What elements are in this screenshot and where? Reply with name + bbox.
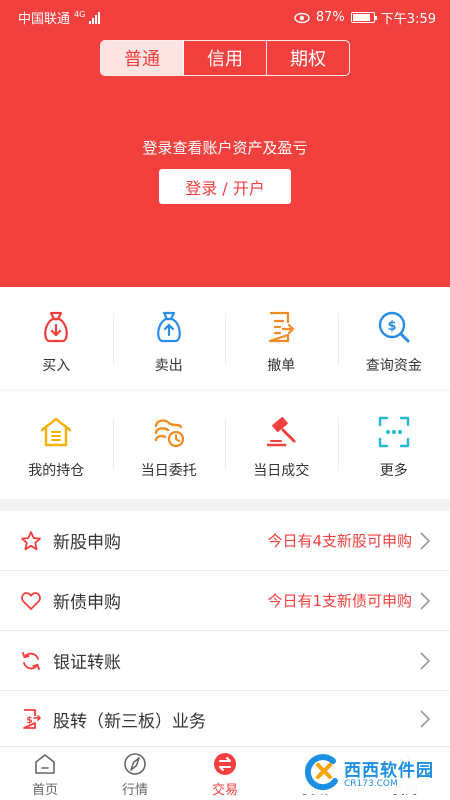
nav-market[interactable]: 行情	[90, 747, 180, 800]
clock: 下午3:59	[380, 12, 436, 27]
function-sell[interactable]: 卖出	[112, 287, 226, 390]
query-funds-icon: $	[378, 311, 410, 343]
cancel-order-icon	[269, 311, 295, 343]
more-icon	[378, 416, 409, 448]
holdings-icon	[41, 417, 72, 447]
nav-label: 交易	[211, 783, 238, 798]
header-banner: 中国联通 4G 87% 下午3:59 普通 信用 期权 登录查看账户资产及盈亏 …	[0, 0, 450, 287]
deal-icon	[266, 416, 296, 447]
function-deal[interactable]: 当日成交	[225, 392, 338, 496]
login-button[interactable]: 登录 / 开户	[159, 169, 291, 204]
chevron-right-icon	[420, 531, 430, 550]
function-label: 更多	[379, 463, 408, 479]
tab-options[interactable]: 期权	[267, 41, 349, 75]
list-item-title: 新股申购	[53, 533, 121, 553]
list-item-new-stock[interactable]: 新股申购 今日有4支新股可申购	[0, 511, 450, 571]
nav-label: 首页	[31, 783, 58, 798]
function-entrust[interactable]: 当日委托	[112, 392, 226, 496]
transfer-icon	[22, 651, 40, 670]
chevron-right-icon	[420, 591, 430, 610]
carrier-name: 中国联通	[18, 12, 71, 27]
star-icon	[21, 530, 41, 550]
list-item-badge: 今日有1支新债可申购	[267, 592, 412, 610]
tab-credit[interactable]: 信用	[184, 41, 267, 75]
sell-icon	[156, 311, 181, 343]
trade-icon	[214, 753, 236, 775]
function-label: 查询资金	[365, 358, 422, 374]
watermark-subtext: CR173.COM	[344, 778, 398, 789]
chevron-right-icon	[420, 710, 430, 728]
tab-normal[interactable]: 普通	[101, 41, 184, 75]
list-item-bank-transfer[interactable]: 银证转账	[0, 631, 450, 691]
buy-icon	[44, 311, 69, 343]
function-label: 买入	[42, 358, 71, 374]
nav-home[interactable]: 首页	[0, 747, 90, 800]
status-bar: 中国联通 4G 87% 下午3:59	[0, 0, 450, 32]
function-label: 当日委托	[140, 463, 197, 479]
chevron-right-icon	[420, 651, 430, 670]
list-item-title: 新债申购	[53, 593, 121, 613]
function-label: 卖出	[154, 358, 183, 374]
signal-icon	[89, 11, 101, 24]
function-buy[interactable]: 买入	[0, 287, 113, 390]
svg-text:$: $	[387, 319, 396, 334]
function-query-funds[interactable]: $ 查询资金	[337, 287, 450, 390]
function-label: 我的持仓	[28, 463, 85, 479]
function-cancel-order[interactable]: 撤单	[225, 287, 338, 390]
function-more[interactable]: 更多	[337, 392, 450, 496]
market-icon	[124, 753, 146, 775]
nav-trade[interactable]: 交易	[180, 747, 270, 800]
list-item-new-bond[interactable]: 新债申购 今日有1支新债可申购	[0, 571, 450, 631]
heart-icon	[21, 591, 41, 610]
neeq-icon: $	[23, 709, 41, 729]
service-list: 新股申购 今日有4支新股可申购 新债申购 今日有1支新债可申购 银证转账 $ 股…	[0, 511, 450, 747]
login-hint: 登录查看账户资产及盈亏	[142, 139, 308, 157]
watermark-text: 西西软件园	[344, 760, 434, 781]
function-label: 当日成交	[253, 463, 310, 479]
function-holdings[interactable]: 我的持仓	[0, 392, 113, 496]
eye-comfort-icon	[294, 12, 310, 23]
watermark: 西西软件园 CR173.COM	[300, 750, 440, 794]
battery-percent: 87%	[315, 10, 345, 25]
entrust-icon	[154, 419, 184, 448]
list-item-title: 股转（新三板）业务	[53, 711, 206, 732]
list-item-title: 银证转账	[53, 653, 121, 673]
list-item-badge: 今日有4支新股可申购	[267, 532, 412, 550]
svg-text:$: $	[26, 716, 32, 726]
home-icon	[35, 754, 55, 774]
battery-icon	[350, 12, 377, 23]
network-type: 4G	[74, 10, 86, 19]
watermark-logo-icon	[304, 754, 338, 791]
account-type-tabs: 普通 信用 期权	[100, 40, 350, 76]
list-item-neeq-business[interactable]: $ 股转（新三板）业务	[0, 691, 450, 747]
function-label: 撤单	[267, 358, 296, 374]
nav-label: 行情	[121, 783, 148, 798]
function-grid: 买入 卖出 撤单 $ 查询资金 我的持仓 当日委托 当日成交 更多	[0, 287, 450, 499]
